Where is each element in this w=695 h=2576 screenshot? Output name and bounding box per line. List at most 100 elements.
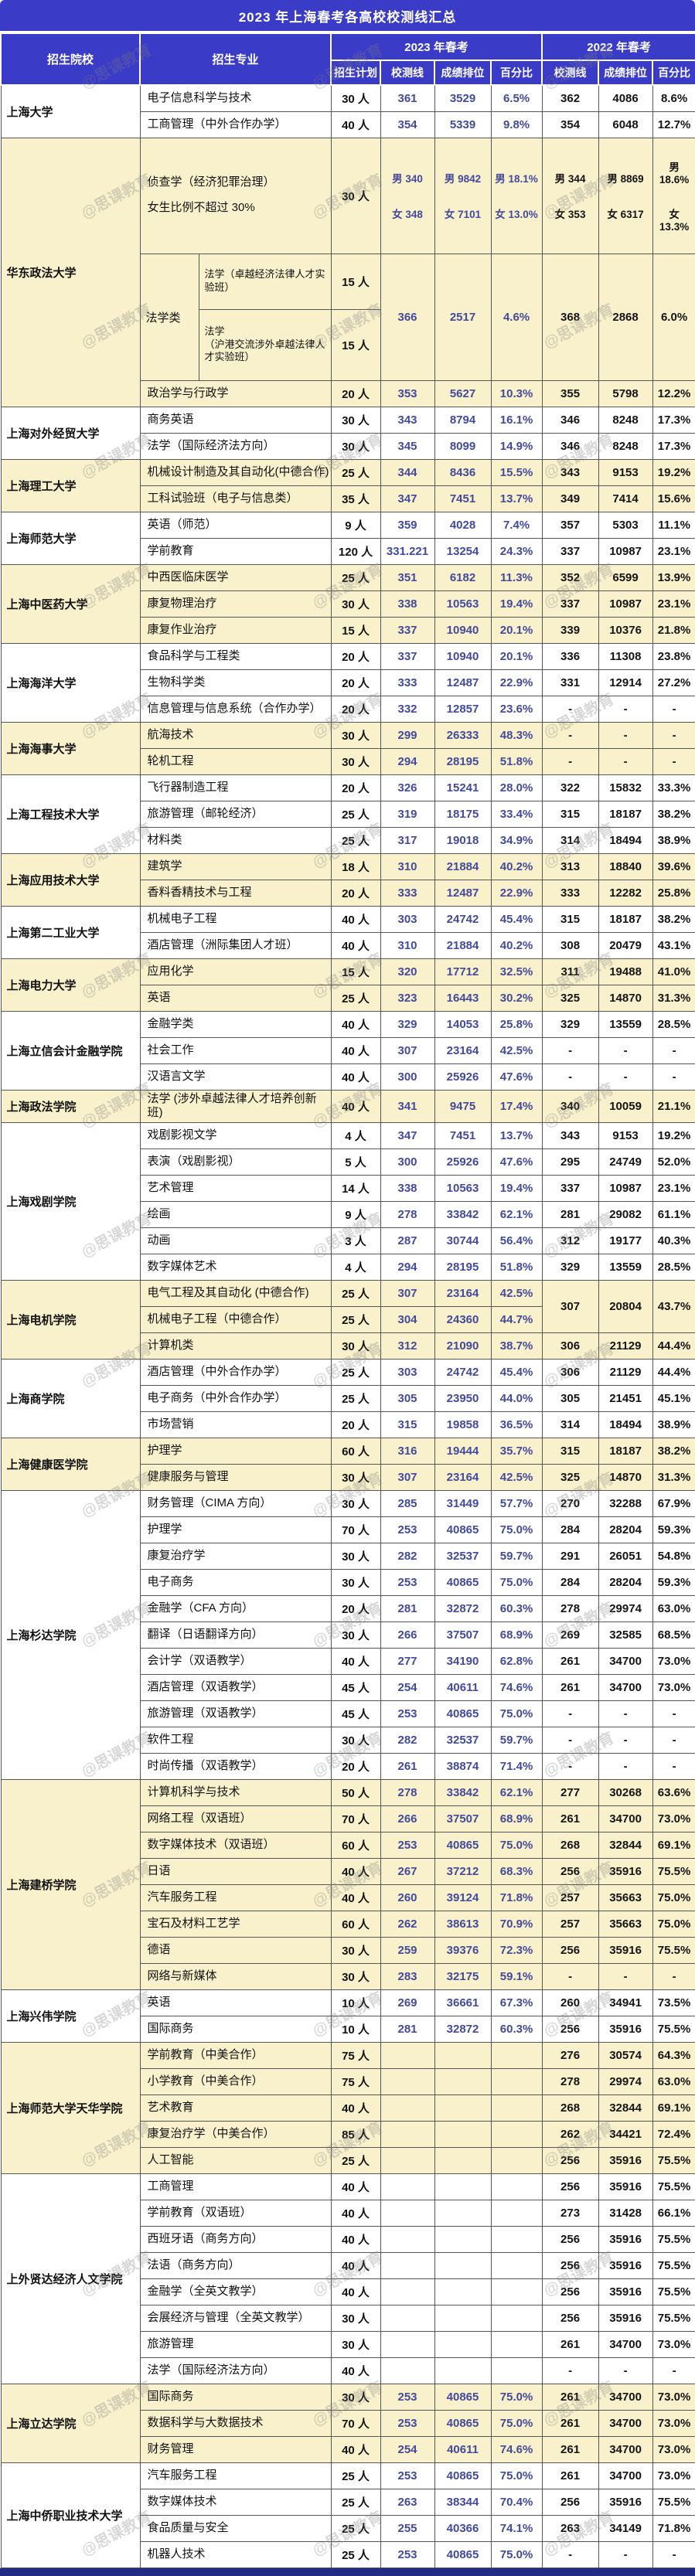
value-2023-cell: 345: [380, 433, 434, 459]
plan-cell: 85 人: [331, 2122, 380, 2148]
table-row: 上海健康医学院护理学60 人3161944435.7%3151818738.2%: [1, 1438, 695, 1465]
value-2023-cell: [491, 2305, 542, 2332]
plan-cell: 20 人: [331, 1754, 380, 1780]
school-cell: 上海中医药大学: [1, 564, 140, 643]
value-2022-cell: 314: [542, 827, 598, 853]
value-2023-cell: 男 18.1%女 13.0%: [491, 138, 542, 254]
value-2023-cell: 38874: [434, 1754, 491, 1780]
plan-cell: 40 人: [331, 2437, 380, 2463]
table-row: 上海立达学院国际商务30 人2534086575.0%2613470073.0%: [1, 2384, 695, 2411]
value-2022-cell: 8.6%: [652, 85, 695, 111]
value-2023-cell: 40366: [434, 2516, 491, 2542]
value-2023-cell: [380, 2122, 434, 2148]
plan-cell: 60 人: [331, 1911, 380, 1938]
value-2022-cell: -: [598, 1754, 652, 1780]
school-cell: 上海立信会计金融学院: [1, 1011, 140, 1090]
value-2022-cell: 261: [542, 2384, 598, 2411]
plan-cell: 20 人: [331, 380, 380, 407]
value-2023-cell: [491, 2069, 542, 2095]
plan-cell: 25 人: [331, 1307, 380, 1333]
value-2022-cell: 8248: [598, 407, 652, 433]
value-2022-cell: 13.9%: [652, 564, 695, 590]
value-2022-cell: -: [652, 696, 695, 722]
value-2022-cell: 69.1%: [652, 1832, 695, 1859]
value-2022-cell: 34149: [598, 2516, 652, 2542]
header-group-2023: 2023 年春考: [331, 33, 542, 60]
header-major: 招生专业: [140, 33, 331, 85]
value-2023-cell: 300: [380, 1063, 434, 1090]
value-2022-cell: 306: [542, 1359, 598, 1386]
value-2023-cell: [491, 2148, 542, 2174]
value-2022-cell: 322: [542, 774, 598, 801]
major-cell: 市场营销: [140, 1412, 331, 1438]
plan-cell: 25 人: [331, 2489, 380, 2516]
school-cell: 上海健康医学院: [1, 1438, 140, 1491]
value-2022-cell: 23.1%: [652, 538, 695, 564]
value-2022-cell: 33.3%: [652, 774, 695, 801]
value-2022-cell: 256: [542, 2279, 598, 2305]
value-2022-cell: 276: [542, 2043, 598, 2069]
value-2023-cell: 32537: [434, 1543, 491, 1570]
value-2022-cell: 284: [542, 1517, 598, 1543]
header-percent-2022: 百分比: [652, 60, 695, 85]
value-2023-cell: 8436: [434, 459, 491, 485]
plan-cell: 35 人: [331, 485, 380, 512]
value-2023-cell: 267: [380, 1859, 434, 1885]
value-2023-cell: 17712: [434, 958, 491, 985]
value-2023-cell: [380, 2279, 434, 2305]
value-2023-cell: 68.3%: [491, 1859, 542, 1885]
value-2023-cell: 44.0%: [491, 1386, 542, 1412]
value-2022-cell: 273: [542, 2200, 598, 2227]
major-cell: 动画: [140, 1228, 331, 1254]
value-2022-cell: 261: [542, 2411, 598, 2437]
value-2022-cell: 75.5%: [652, 2489, 695, 2516]
value-2023-cell: 59.1%: [491, 1964, 542, 1990]
value-2022-cell: 337: [542, 538, 598, 564]
value-2023-cell: [434, 2122, 491, 2148]
value-2023-cell: 287: [380, 1228, 434, 1254]
value-2022-cell: 256: [542, 2148, 598, 2174]
value-2023-cell: [380, 2095, 434, 2122]
value-2022-cell: 73.0%: [652, 1675, 695, 1701]
value-2023-cell: 30.2%: [491, 985, 542, 1011]
value-2022-cell: 336: [542, 643, 598, 669]
value-2022-cell: 38.2%: [652, 906, 695, 932]
major-cell: 电子商务（中外合作办学）: [140, 1386, 331, 1412]
value-2022-cell: 75.0%: [652, 1911, 695, 1938]
value-2023-cell: 341: [380, 1090, 434, 1123]
value-2023-cell: [434, 2043, 491, 2069]
table-row: 上海建桥学院计算机科学与技术50 人2783384262.1%277302686…: [1, 1780, 695, 1806]
major-cell: 数字媒体技术: [140, 2489, 331, 2516]
major-cell: 商务英语: [140, 407, 331, 433]
value-2022-cell: -: [598, 1063, 652, 1090]
table-body: 上海大学电子信息科学与技术30 人36135296.5%36240868.6%工…: [1, 85, 695, 2568]
value-2023-cell: 32175: [434, 1964, 491, 1990]
value-2023-cell: 51.8%: [491, 748, 542, 774]
plan-cell: 40 人: [331, 111, 380, 138]
value-2022-cell: -: [652, 1701, 695, 1727]
major-cell: 表演（戏剧影视）: [140, 1149, 331, 1176]
value-2022-cell: 281: [542, 1202, 598, 1228]
value-2023-cell: 307: [380, 1465, 434, 1491]
major-cell: 材料类: [140, 827, 331, 853]
value-2022-cell: -: [542, 722, 598, 748]
value-2023-cell: 266: [380, 1622, 434, 1649]
major-cell: 数字媒体艺术: [140, 1254, 331, 1281]
value-2023-cell: 59.7%: [491, 1727, 542, 1754]
value-2022-cell: 14870: [598, 985, 652, 1011]
value-2023-cell: [491, 2095, 542, 2122]
value-2022-cell: 256: [542, 2253, 598, 2279]
value-2022-cell: 256: [542, 2174, 598, 2200]
value-2022-cell: 256: [542, 2016, 598, 2043]
value-2022-cell: 19488: [598, 958, 652, 985]
value-2022-cell: 6048: [598, 111, 652, 138]
value-2023-cell: 307: [380, 1037, 434, 1063]
major-cell: 机械电子工程（中德合作）: [140, 1307, 331, 1333]
major-cell: 信息管理与信息系统（合作办学）: [140, 696, 331, 722]
value-2023-cell: 283: [380, 1964, 434, 1990]
value-2023-cell: 19858: [434, 1412, 491, 1438]
value-2023-cell: 31449: [434, 1491, 491, 1517]
value-2023-cell: 62.1%: [491, 1780, 542, 1806]
major-cell: 香料香精技术与工程: [140, 880, 331, 906]
plan-cell: 20 人: [331, 696, 380, 722]
